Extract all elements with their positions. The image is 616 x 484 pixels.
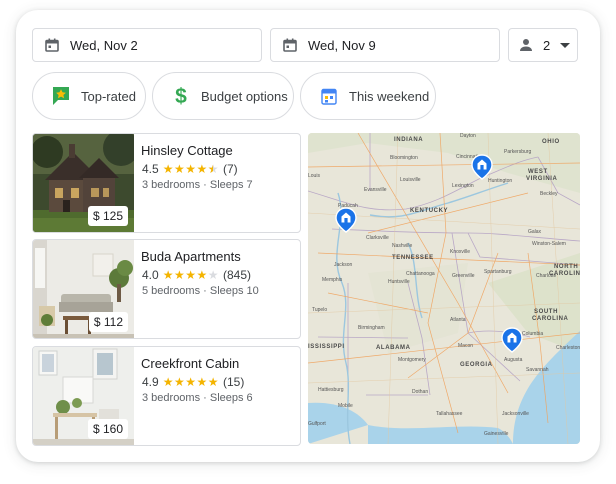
svg-text:Mobile: Mobile [338,403,353,409]
map-canvas: INDIANA WESTVIRGINIA KENTUCKY TENNESSEE … [308,133,580,444]
results-map[interactable]: INDIANA WEST VIRGINIA KENTUCKY TENNESSEE … [308,133,580,444]
listing-details: 5 bedrooms · Sleeps 10 [142,285,259,297]
svg-text:Augusta: Augusta [504,357,523,363]
svg-text:Savannah: Savannah [526,367,549,373]
svg-text:Chattanooga: Chattanooga [406,271,435,277]
filter-chip-budget-options[interactable]: $ Budget options [152,72,294,120]
review-count: (15) [222,375,245,389]
svg-text:Parkersburg: Parkersburg [504,149,531,155]
listing-card-buda-apartments[interactable]: $ 112 Buda Apartments 4.0 ★★★★★ (845) 5 … [32,239,301,339]
listing-details: 3 bedrooms · Sleeps 6 [142,392,253,404]
svg-text:Louis: Louis [308,173,320,179]
listing-name: Creekfront Cabin [141,356,240,371]
svg-text:Dayton: Dayton [460,133,476,139]
svg-text:VIRGINIA: VIRGINIA [526,176,558,182]
listing-name: Buda Apartments [141,249,241,264]
svg-text:ALABAMA: ALABAMA [376,345,411,351]
svg-text:Macon: Macon [458,343,473,349]
listing-photo: $ 125 [33,134,134,232]
filter-chip-this-weekend[interactable]: This weekend [300,72,436,120]
svg-text:Charleston: Charleston [556,345,580,351]
svg-text:Memphis: Memphis [322,277,343,283]
checkout-date-value: Wed, Nov 9 [308,37,376,53]
review-count: (7) [222,162,238,176]
svg-text:Columbia: Columbia [522,331,543,337]
filter-chip-label: Top-rated [81,88,136,104]
svg-text:TENNESSEE: TENNESSEE [392,255,434,261]
person-icon [519,37,535,53]
svg-text:Greenville: Greenville [452,273,475,279]
svg-text:INDIANA: INDIANA [394,137,423,143]
listing-photo: $ 160 [33,347,134,445]
listing-photo: $ 112 [33,240,134,338]
calendar-icon [283,37,299,53]
svg-text:KENTUCKY: KENTUCKY [410,208,448,214]
svg-text:Birmingham: Birmingham [358,325,385,331]
svg-text:Beckley: Beckley [540,191,558,197]
checkout-date-field[interactable]: Wed, Nov 9 [270,28,500,62]
svg-text:NORTH: NORTH [554,264,578,270]
svg-text:SOUTH: SOUTH [534,309,558,315]
svg-text:Huntsville: Huntsville [388,279,410,285]
svg-text:ISSISSIPPI: ISSISSIPPI [308,344,345,350]
price-badge: $ 160 [87,419,128,439]
price-badge: $ 112 [88,312,128,332]
svg-text:Lexington: Lexington [452,183,474,189]
rating-value: 4.5 [142,162,159,176]
rating-value: 4.9 [142,375,159,389]
svg-text:Tupelo: Tupelo [312,307,327,313]
filter-chip-top-rated[interactable]: Top-rated [32,72,146,120]
svg-text:Jackson: Jackson [334,262,353,268]
svg-text:Hattiesburg: Hattiesburg [318,387,344,393]
price-badge: $ 125 [87,206,128,226]
svg-text:Jacksonville: Jacksonville [502,411,529,417]
svg-text:CAROLINA: CAROLINA [532,316,569,322]
listing-rating: 4.5 ★★★★★★ (7) [142,162,238,176]
svg-text:Knoxville: Knoxville [450,249,470,255]
filter-chip-label: This weekend [349,88,430,104]
svg-text:OHIO: OHIO [542,139,560,145]
svg-text:Gainesville: Gainesville [484,431,509,437]
review-count: (845) [222,268,251,282]
listing-rating: 4.0 ★★★★★ (845) [142,268,251,282]
svg-text:WEST: WEST [528,169,548,175]
checkin-date-value: Wed, Nov 2 [70,37,138,53]
caret-down-icon [560,42,571,48]
svg-text:Montgomery: Montgomery [398,357,426,363]
svg-text:GEORGIA: GEORGIA [460,362,493,368]
svg-text:Dothan: Dothan [412,389,428,395]
star-flag-icon [51,86,71,106]
svg-text:Huntington: Huntington [488,178,512,184]
listing-rating: 4.9 ★★★★★ (15) [142,375,244,389]
listing-details: 3 bedrooms · Sleeps 7 [142,179,253,191]
svg-text:Louisville: Louisville [400,177,421,183]
svg-text:Evansville: Evansville [364,187,387,193]
svg-text:Winston-Salem: Winston-Salem [532,241,566,247]
star-rating-icon: ★★★★★ [162,268,219,282]
svg-text:Spartanburg: Spartanburg [484,269,512,275]
star-rating-icon: ★★★★★ [162,375,219,389]
dollar-icon: $ [171,85,191,107]
svg-text:Gulfport: Gulfport [308,421,326,427]
filter-chip-label: Budget options [201,88,288,104]
svg-text:Atlanta: Atlanta [450,317,466,323]
calendar-icon [45,37,61,53]
svg-text:Tallahassee: Tallahassee [436,411,463,417]
listing-card-creekfront-cabin[interactable]: $ 160 Creekfront Cabin 4.9 ★★★★★ (15) 3 … [32,346,301,446]
checkin-date-field[interactable]: Wed, Nov 2 [32,28,262,62]
calendar-icon [319,86,339,106]
svg-text:Charlotte: Charlotte [536,273,557,279]
star-rating-icon: ★★★★★★ [162,162,219,176]
svg-text:Galax: Galax [528,229,542,235]
listing-name: Hinsley Cottage [141,143,233,158]
listing-card-hinsley-cottage[interactable]: $ 125 Hinsley Cottage 4.5 ★★★★★★ (7) 3 b… [32,133,301,233]
svg-text:$: $ [175,85,187,107]
svg-text:Clarksville: Clarksville [366,235,389,241]
svg-text:Bloomington: Bloomington [390,155,418,161]
guests-count: 2 [543,37,551,53]
guests-dropdown[interactable]: 2 [508,28,578,62]
svg-text:Nashville: Nashville [392,243,413,249]
rating-value: 4.0 [142,268,159,282]
